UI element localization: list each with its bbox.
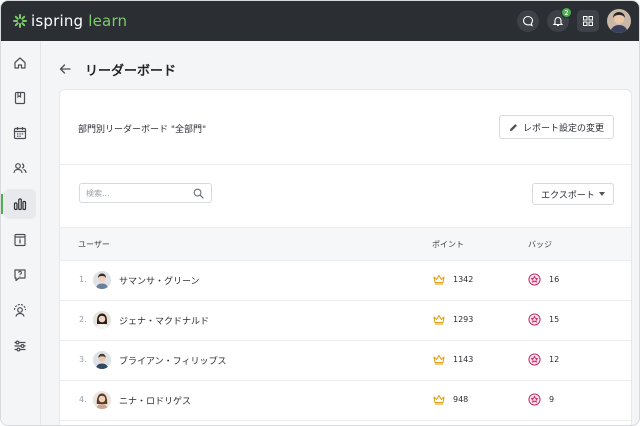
back-arrow-icon[interactable]	[58, 62, 72, 76]
crown-icon	[433, 354, 445, 365]
sidebar-item-calendar[interactable]	[4, 118, 36, 148]
logo-brand: ispring	[31, 12, 84, 30]
supervisor-icon	[13, 304, 27, 317]
table-row[interactable]: 2. ジェナ・マクドナルド 1293 15	[60, 301, 631, 341]
calendar-icon	[13, 127, 27, 140]
logo[interactable]: ispring learn	[13, 12, 127, 30]
pencil-icon	[509, 123, 517, 131]
badge-star-icon	[528, 393, 541, 406]
chevron-down-icon	[598, 192, 605, 196]
badges-value: 15	[549, 315, 560, 324]
user-name[interactable]: ブライアン・フィリップス	[119, 354, 226, 367]
user-name[interactable]: サマンサ・グリーン	[119, 274, 200, 287]
avatar	[93, 351, 111, 369]
apps-menu-button[interactable]	[577, 10, 599, 32]
points-value: 1342	[453, 275, 474, 284]
table-row[interactable]: 1. サマンサ・グリーン 1342 16	[60, 261, 631, 301]
divider	[60, 164, 631, 165]
sidebar	[1, 41, 41, 425]
info-icon	[14, 233, 26, 247]
sidebar-item-reports[interactable]	[1, 189, 36, 219]
rank: 2.	[79, 315, 87, 324]
sidebar-item-home[interactable]	[4, 48, 36, 78]
book-icon	[14, 91, 26, 105]
chat-button[interactable]	[517, 10, 539, 32]
export-label: エクスポート	[541, 190, 595, 201]
sidebar-item-courses[interactable]	[4, 83, 36, 113]
change-report-settings-button[interactable]: レポート設定の変更	[499, 115, 614, 139]
sidebar-item-help[interactable]	[4, 260, 36, 290]
page-title: リーダーボード	[85, 64, 177, 79]
leaderboard-card: 部門別リーダーボード "全部門" レポート設定の変更 エクスポート ユーザー ポ…	[59, 89, 632, 425]
badges-value: 9	[549, 395, 555, 404]
rank: 4.	[79, 395, 87, 404]
notification-count-badge: 2	[561, 7, 572, 18]
column-header-badges: バッジ	[528, 240, 552, 249]
sidebar-item-supervisor[interactable]	[4, 296, 36, 326]
badge-star-icon	[528, 353, 541, 366]
rank: 3.	[79, 355, 87, 364]
avatar	[93, 391, 111, 409]
avatar-image	[93, 271, 111, 289]
crown-icon	[433, 314, 445, 325]
logo-text: ispring learn	[31, 12, 127, 30]
badge-star-icon	[528, 313, 541, 326]
help-icon	[14, 269, 26, 282]
logo-product: learn	[88, 12, 128, 30]
logo-mark-icon	[13, 14, 27, 28]
top-actions: 2	[517, 7, 631, 33]
avatar-image	[93, 391, 111, 409]
search-icon[interactable]	[193, 188, 204, 199]
avatar	[93, 271, 111, 289]
column-header-points: ポイント	[432, 240, 464, 249]
search-input[interactable]	[86, 187, 186, 200]
users-icon	[13, 163, 27, 174]
badges-value: 16	[549, 275, 560, 284]
avatar	[93, 311, 111, 329]
chat-icon	[522, 15, 534, 27]
table-header: ユーザー ポイント バッジ	[60, 227, 631, 261]
top-bar: ispring learn 2	[1, 1, 639, 41]
sidebar-item-info[interactable]	[4, 225, 36, 255]
home-icon	[14, 57, 26, 69]
table-row[interactable]: 3. ブライアン・フィリップス 1143 12	[60, 341, 631, 381]
notifications-button[interactable]: 2	[547, 7, 572, 32]
table-row[interactable]: 4. ニナ・ロドリゲス 948 9	[60, 381, 631, 421]
column-header-user: ユーザー	[78, 240, 110, 249]
user-avatar[interactable]	[607, 9, 631, 33]
points-value: 1293	[453, 315, 474, 324]
avatar-image	[93, 311, 111, 329]
user-name[interactable]: ニナ・ロドリゲス	[119, 394, 191, 407]
crown-icon	[433, 274, 445, 285]
badges-value: 12	[549, 355, 560, 364]
badge-star-icon	[528, 273, 541, 286]
points-value: 948	[453, 395, 469, 404]
settings-icon	[14, 340, 26, 352]
avatar-image	[93, 351, 111, 369]
sidebar-item-settings[interactable]	[4, 331, 36, 361]
points-value: 1143	[453, 355, 474, 364]
grid-icon	[583, 16, 593, 26]
change-report-settings-label: レポート設定の変更	[522, 123, 604, 134]
user-avatar-image	[607, 9, 631, 33]
crown-icon	[433, 394, 445, 405]
rank: 1.	[79, 275, 87, 284]
export-button[interactable]: エクスポート	[532, 183, 614, 205]
leaderboard-subtitle: 部門別リーダーボード "全部門"	[78, 125, 207, 135]
user-name[interactable]: ジェナ・マクドナルド	[119, 314, 209, 327]
search-box[interactable]	[79, 183, 212, 203]
chart-icon	[13, 198, 27, 211]
app-window: ispring learn 2 リーダーボード 部門別リーダーボード "全部門"…	[0, 0, 640, 426]
sidebar-item-users[interactable]	[4, 153, 36, 183]
